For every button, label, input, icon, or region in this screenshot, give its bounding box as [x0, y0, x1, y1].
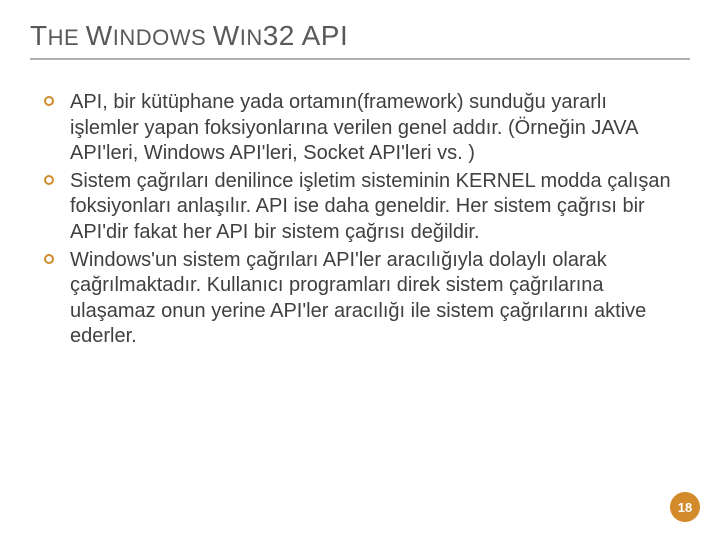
title-part: IN: [240, 25, 263, 50]
list-item: API, bir kütüphane yada ortamın(framewor…: [44, 90, 676, 167]
bullet-ring-icon: [44, 96, 54, 106]
bullet-text: API, bir kütüphane yada ortamın(framewor…: [70, 91, 637, 164]
bullet-text: Windows'un sistem çağrıları API'ler arac…: [70, 249, 646, 348]
page-number-text: 18: [678, 500, 692, 515]
list-item: Windows'un sistem çağrıları API'ler arac…: [44, 248, 676, 350]
title-part: INDOWS: [113, 25, 213, 50]
bullet-list: API, bir kütüphane yada ortamın(framewor…: [44, 90, 676, 350]
list-item: Sistem çağrıları denilince işletim siste…: [44, 169, 676, 246]
title-part: T: [30, 20, 48, 51]
slide-content: API, bir kütüphane yada ortamın(framewor…: [44, 90, 676, 352]
page-number-badge: 18: [670, 492, 700, 522]
slide-title: THE WINDOWS WIN32 API: [30, 20, 690, 60]
bullet-text: Sistem çağrıları denilince işletim siste…: [70, 170, 671, 243]
bullet-ring-icon: [44, 254, 54, 264]
slide: THE WINDOWS WIN32 API API, bir kütüphane…: [0, 0, 720, 540]
bullet-ring-icon: [44, 175, 54, 185]
title-part: HE: [48, 25, 86, 50]
title-part: W: [86, 20, 113, 51]
title-part: 32 API: [263, 20, 349, 51]
title-part: W: [213, 20, 240, 51]
